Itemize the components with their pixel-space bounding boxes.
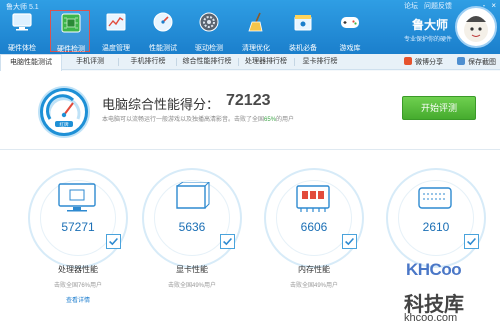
component-percent: 击败全国49%用户 (167, 283, 216, 289)
weibo-share-button[interactable]: 微博分享 (404, 57, 443, 67)
component-score: 5636 (178, 220, 206, 234)
user-profile[interactable]: 鲁大师 专业保护你的硬件 (400, 6, 500, 52)
tab-gpu-ranking[interactable]: 显卡排行榜 (296, 54, 344, 70)
component-checkbox[interactable] (220, 234, 235, 249)
tool-hardware-detect[interactable]: 硬件检测 (50, 10, 90, 53)
component-score: 2610 (422, 220, 450, 234)
cpu-monitor-icon (58, 183, 96, 212)
watermark-url: khcoo.com (404, 312, 458, 324)
check-icon (109, 237, 118, 246)
gauge-icon: 红牌 (46, 94, 81, 128)
tool-label: 硬件体检 (8, 45, 36, 52)
tool-temperature[interactable]: 温度管理 (96, 10, 136, 52)
main-toolbar: 鲁大师 5.1 论坛 问题反馈 - × 硬件体检 硬件检测 温度管理 性能测试 … (0, 0, 500, 54)
tool-hardware-checkup[interactable]: 硬件体检 (2, 10, 42, 52)
tab-pc-test[interactable]: 电脑性能测试 (0, 54, 62, 71)
tool-essentials[interactable]: 装机必备 (283, 10, 323, 52)
component-memory: 6606 内存性能 击败全国49%用户 (264, 168, 364, 318)
component-checkbox[interactable] (106, 234, 121, 249)
user-subtitle: 专业保护你的硬件 (404, 37, 453, 43)
tab-divider (238, 58, 239, 66)
score-desc-after: 的用户 (276, 117, 295, 123)
tool-label: 性能测试 (149, 45, 177, 52)
graphics-card-icon (176, 182, 210, 209)
component-name: 内存性能 (298, 265, 330, 274)
tab-cpu-ranking[interactable]: 处理器排行榜 (240, 54, 292, 70)
package-box-icon (294, 15, 312, 31)
weibo-icon (404, 57, 412, 65)
check-icon (223, 237, 232, 246)
tab-phone-ranking[interactable]: 手机排行榜 (122, 54, 174, 70)
score-desc-before: 本电脑可以流畅运行一般游戏以及独播高清影音。击败了全国 (102, 117, 265, 123)
memory-chip-icon (296, 185, 330, 212)
tab-overall-ranking[interactable]: 综合性能排行榜 (178, 54, 236, 70)
start-test-button[interactable]: 开始评测 (402, 96, 476, 120)
tab-divider (118, 58, 119, 66)
tool-performance[interactable]: 性能测试 (143, 10, 183, 52)
mascot-icon (464, 16, 488, 42)
tool-cleanup[interactable]: 清理优化 (236, 10, 276, 52)
score-value: 72123 (226, 92, 271, 109)
check-icon (467, 237, 476, 246)
component-score: 6606 (300, 220, 328, 234)
circuit-board-icon (61, 13, 81, 33)
watermark-logo: KHCoo (406, 260, 462, 279)
camera-icon (457, 57, 465, 65)
section-divider (0, 149, 500, 150)
gauge-badge: 红牌 (60, 121, 69, 128)
tab-bar: 电脑性能测试 手机评测 手机排行榜 综合性能排行榜 处理器排行榜 显卡排行榜 微… (0, 54, 500, 71)
component-checkbox[interactable] (342, 234, 357, 249)
hard-disk-icon (418, 187, 452, 209)
site-watermark: KHCoo 科技库 khcoo.com (404, 258, 500, 330)
driver-gear-icon (199, 12, 219, 32)
component-percent: 击败全国76%用户 (53, 283, 102, 289)
score-gauge: 红牌 (40, 88, 88, 136)
save-screenshot-button[interactable]: 保存截图 (457, 57, 496, 67)
tab-divider (176, 58, 177, 66)
tool-label: 清理优化 (242, 45, 270, 52)
component-cpu: 57271 处理器性能 击败全国76%用户 查看详情 (28, 168, 128, 318)
component-percent: 击败全国49%用户 (289, 283, 338, 289)
avatar[interactable] (455, 6, 497, 48)
score-label: 电脑综合性能得分： (102, 97, 220, 112)
tab-tools: 微博分享 保存截图 (404, 54, 496, 70)
component-name: 显卡性能 (176, 265, 208, 274)
tool-label: 装机必备 (289, 45, 317, 52)
component-checkbox[interactable] (464, 234, 479, 249)
component-gpu: 5636 显卡性能 击败全国49%用户 (142, 168, 242, 318)
tool-label: 温度管理 (102, 45, 130, 52)
score-desc-percent: 65% (264, 117, 277, 123)
component-score: 57271 (61, 220, 95, 234)
tool-driver[interactable]: 驱动检测 (189, 10, 229, 52)
component-name: 处理器性能 (58, 265, 98, 274)
gamepad-icon (341, 17, 359, 28)
tool-label: 驱动检测 (195, 45, 223, 52)
view-details-link[interactable]: 查看详情 (28, 295, 128, 304)
user-name: 鲁大师 (412, 18, 449, 32)
save-screenshot-label: 保存截图 (468, 59, 496, 66)
tool-label: 游戏库 (339, 45, 361, 52)
check-icon (345, 237, 354, 246)
tab-phone-review[interactable]: 手机评测 (68, 54, 112, 70)
score-description: 本电脑可以流畅运行一般游戏以及独播高清影音。击败了全国65%的用户 (102, 114, 294, 123)
broom-icon (248, 12, 263, 32)
thermometer-chart-icon (106, 13, 126, 31)
monitor-icon (12, 13, 32, 31)
speedometer-icon (153, 12, 173, 32)
tab-divider (294, 58, 295, 66)
weibo-share-label: 微博分享 (415, 59, 443, 66)
tool-label: 硬件检测 (57, 46, 85, 53)
tool-games[interactable]: 游戏库 (330, 10, 370, 52)
